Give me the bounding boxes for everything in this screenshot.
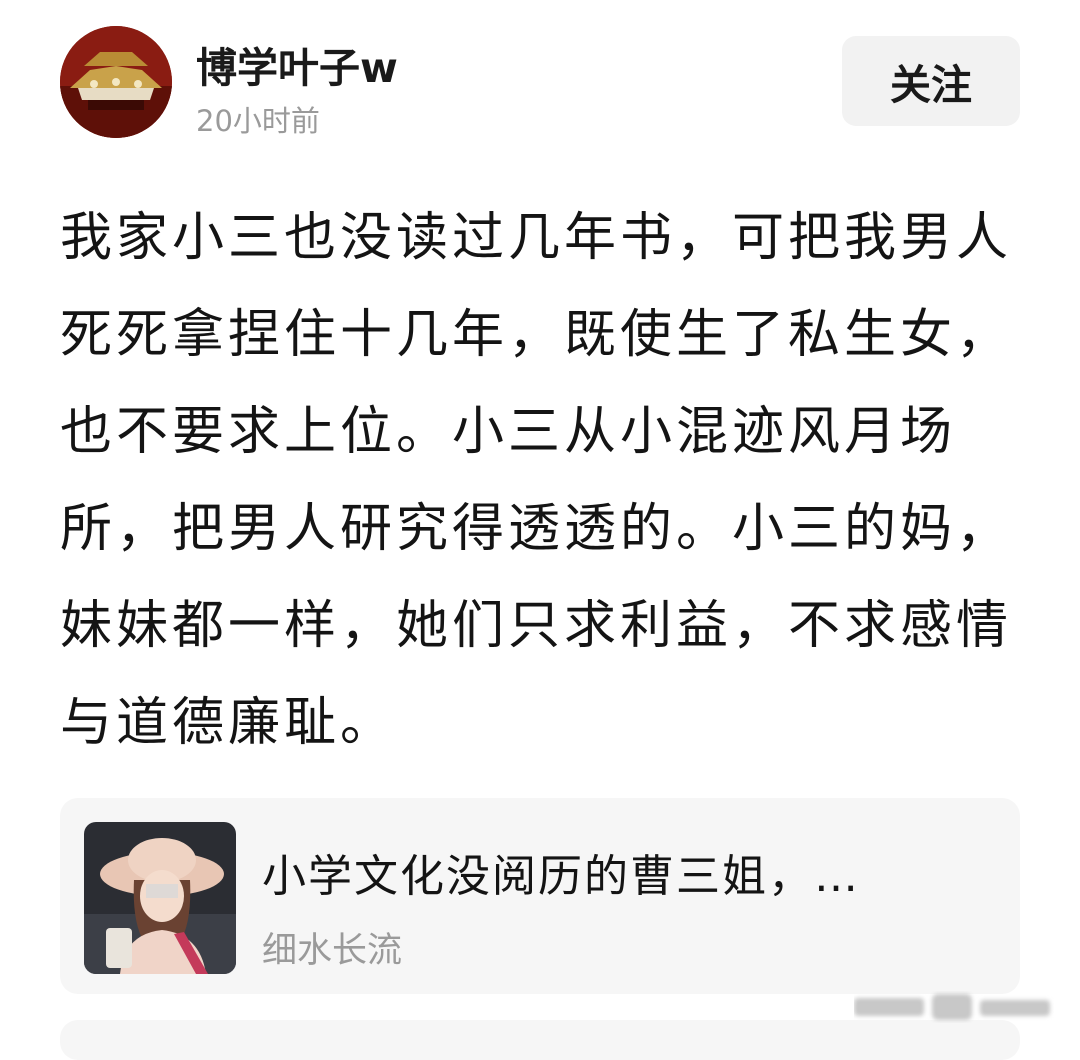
article-thumbnail (84, 822, 236, 974)
author-avatar[interactable] (60, 26, 172, 138)
article-title: 小学文化没阅历的曹三姐，… (262, 851, 860, 902)
woman-in-sun-hat-photo-icon (84, 822, 236, 974)
article-source: 细水长流 (262, 931, 403, 971)
post-time: 20小时前 (196, 104, 320, 138)
linked-article-card[interactable]: 小学文化没阅历的曹三姐，… 细水长流 (60, 798, 1020, 994)
post-header: 博学叶子w 20小时前 关注 (60, 26, 1020, 138)
post-body: 我家小三也没读过几年书，可把我男人死死拿捏住十几年，既使生了私生女，也不要求上位… (60, 208, 1013, 753)
author-name[interactable]: 博学叶子w (196, 34, 398, 94)
blurred-watermark-icon (854, 994, 1050, 1020)
follow-button[interactable]: 关注 (842, 36, 1020, 126)
palace-roof-avatar-icon (60, 26, 172, 138)
